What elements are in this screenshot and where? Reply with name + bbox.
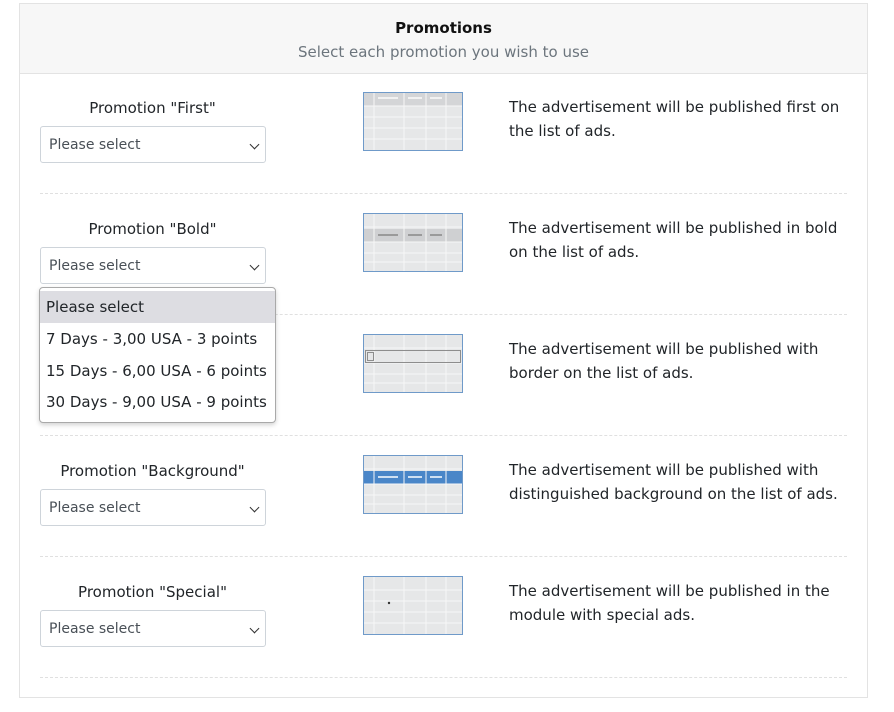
table-preview-graphic xyxy=(364,456,462,513)
table-preview-graphic xyxy=(364,93,462,150)
preview-background-thumbnail xyxy=(363,455,463,514)
option-7-days[interactable]: 7 Days - 3,00 USA - 3 points xyxy=(40,323,275,355)
chevron-down-icon xyxy=(249,623,260,634)
select-value: Please select xyxy=(49,500,141,516)
promotion-row-first: Promotion "First" Please select The adve… xyxy=(20,73,867,194)
chevron-down-icon xyxy=(249,260,260,271)
promotion-bold-options-list[interactable]: Please select 7 Days - 3,00 USA - 3 poin… xyxy=(39,287,276,423)
row-divider xyxy=(40,677,847,678)
select-value: Please select xyxy=(49,137,141,153)
promotion-description: The advertisement will be published in b… xyxy=(509,219,838,261)
option-15-days[interactable]: 15 Days - 6,00 USA - 6 points xyxy=(40,355,275,387)
table-preview-graphic xyxy=(364,335,462,392)
option-30-days[interactable]: 30 Days - 9,00 USA - 9 points xyxy=(40,386,275,418)
preview-special-thumbnail xyxy=(363,576,463,635)
panel-subtitle: Select each promotion you wish to use xyxy=(297,43,590,61)
table-preview-graphic xyxy=(364,214,462,271)
promotion-description: The advertisement will be published firs… xyxy=(509,98,840,140)
preview-bold-thumbnail xyxy=(363,213,463,272)
preview-first-thumbnail xyxy=(363,92,463,151)
promotion-label: Promotion "Background" xyxy=(60,462,245,480)
panel-title: Promotions xyxy=(395,19,492,37)
promotion-select-special[interactable]: Please select xyxy=(40,610,266,647)
promotion-description: The advertisement will be published with… xyxy=(509,461,838,503)
promotion-label: Promotion "Special" xyxy=(78,583,227,601)
panel-header: Promotions Select each promotion you wis… xyxy=(20,4,867,74)
promotion-label: Promotion "First" xyxy=(89,99,216,117)
promotion-row-special: Promotion "Special" Please select The ad… xyxy=(20,557,867,678)
option-please-select[interactable]: Please select xyxy=(40,291,275,323)
promotion-select-background[interactable]: Please select xyxy=(40,489,266,526)
select-value: Please select xyxy=(49,621,141,637)
select-value: Please select xyxy=(49,258,141,274)
promotion-select-bold[interactable]: Please select xyxy=(40,247,266,284)
promotion-description: The advertisement will be published with… xyxy=(509,340,819,382)
promotion-row-background: Promotion "Background" Please select The… xyxy=(20,436,867,557)
promotion-label: Promotion "Bold" xyxy=(88,220,217,238)
chevron-down-icon xyxy=(249,139,260,150)
promotion-select-first[interactable]: Please select xyxy=(40,126,266,163)
chevron-down-icon xyxy=(249,502,260,513)
table-preview-graphic xyxy=(364,577,462,634)
preview-border-thumbnail xyxy=(363,334,463,393)
promotion-description: The advertisement will be published in t… xyxy=(509,582,830,624)
